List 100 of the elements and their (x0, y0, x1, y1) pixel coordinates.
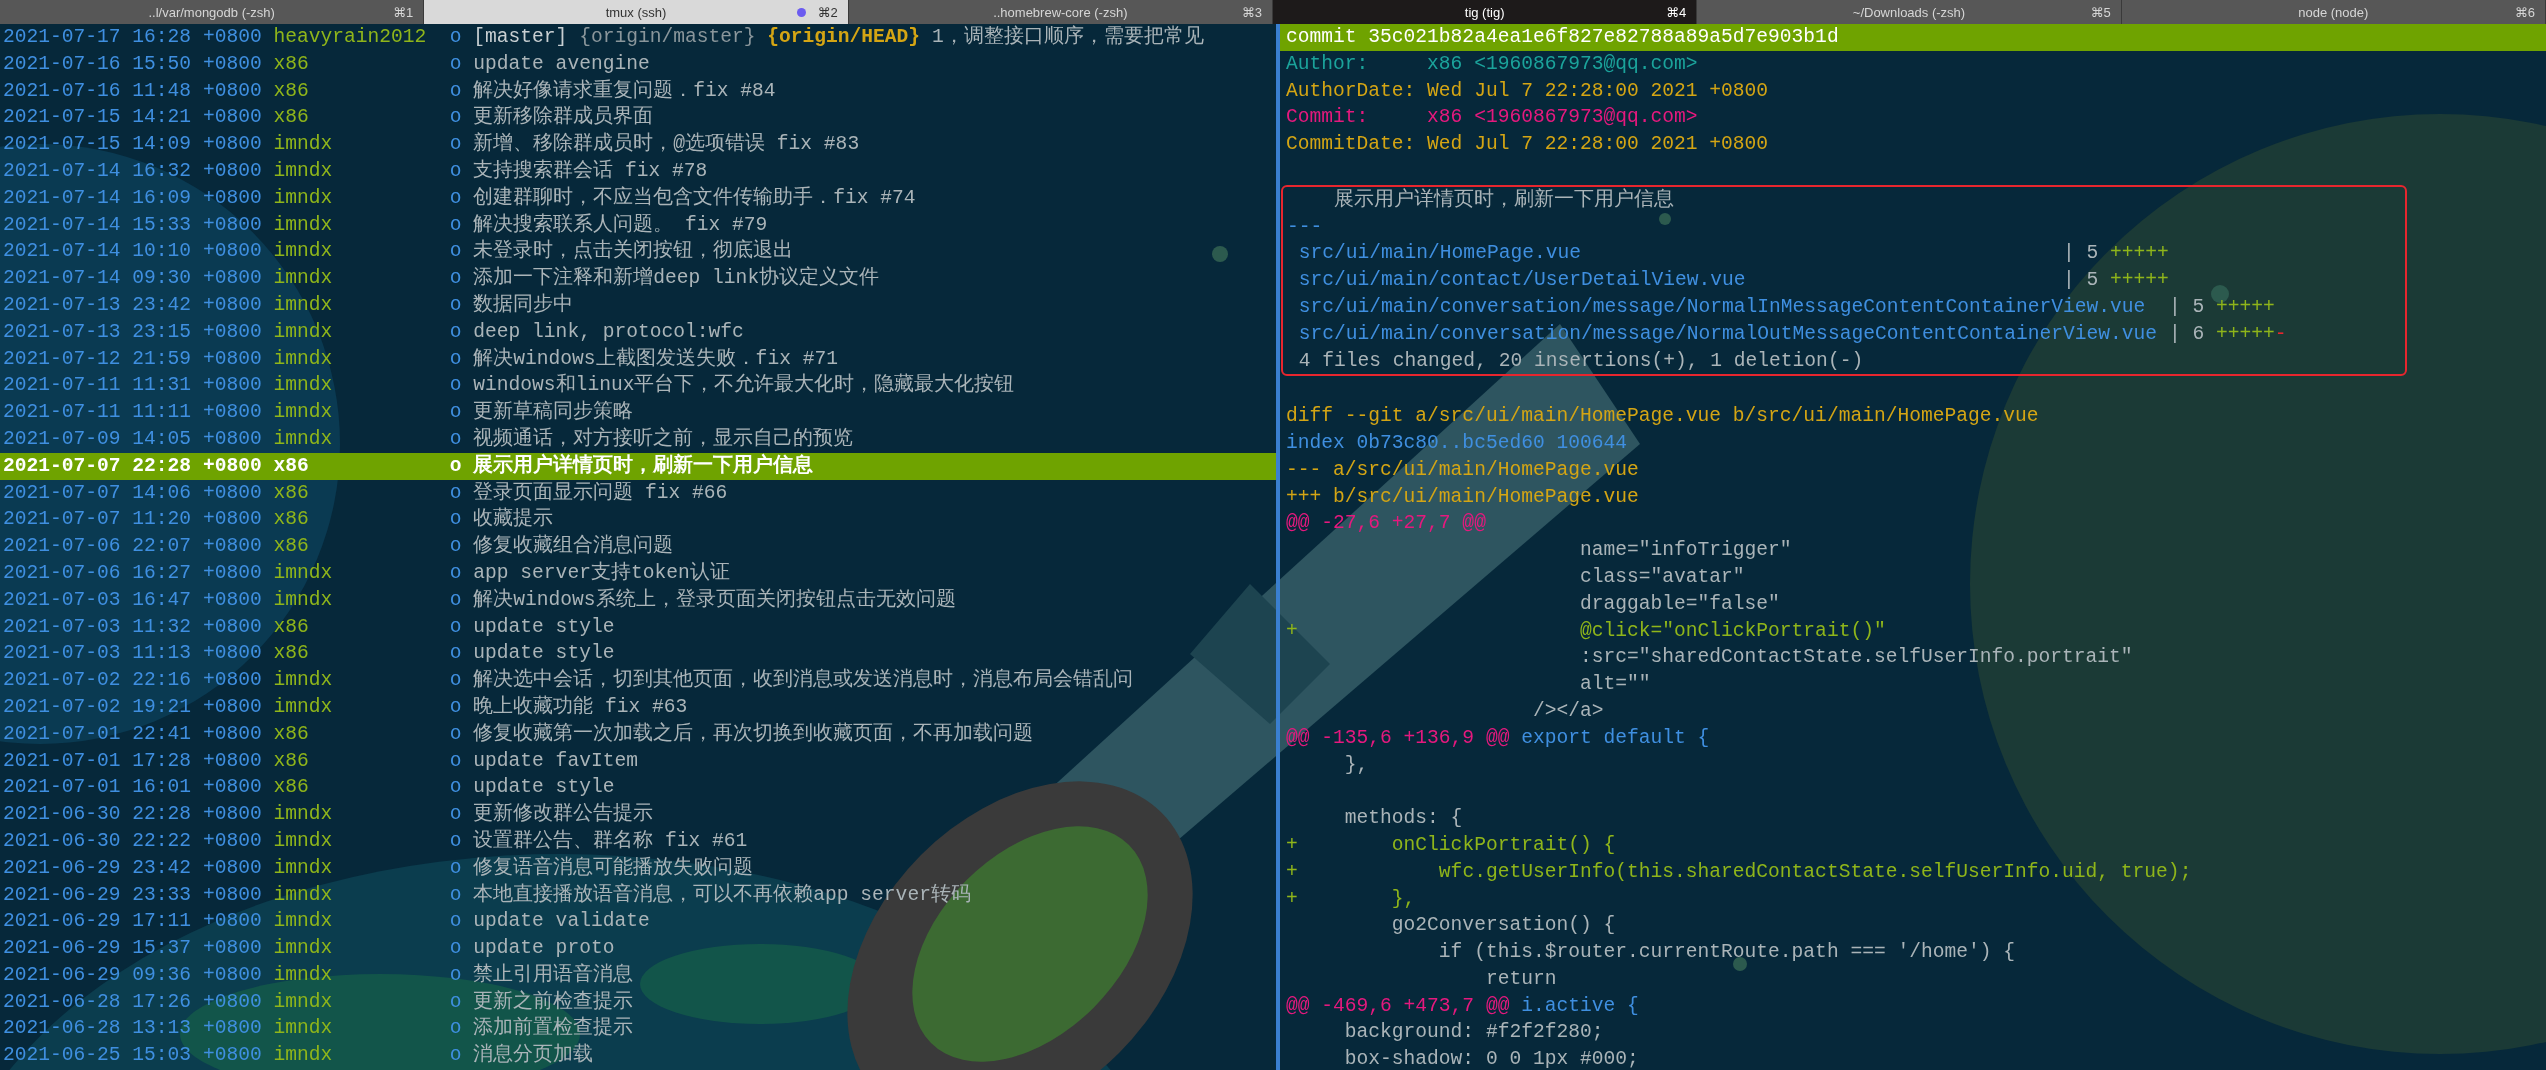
commit-message: 晚上收藏功能 fix #63 (473, 694, 688, 720)
code-text: + (1286, 859, 1298, 885)
graph-label: o (449, 641, 463, 667)
graph-label: o (449, 453, 463, 479)
code-text: go2Conversation() { (1390, 913, 1616, 939)
commit-author: imndx (273, 936, 334, 962)
graph-label: o (449, 560, 463, 586)
commit-message: 更新之前检查提示 (473, 989, 634, 1015)
graph-label: o (449, 534, 463, 560)
commit-message: 1，调整接口顺序，需要把常见 (931, 24, 1204, 50)
commit-author: imndx (273, 319, 334, 345)
commit-author: imndx (273, 909, 334, 935)
commit-date: 2021-07-06 16:27 +0800 (2, 560, 263, 586)
commit-message: update proto (473, 936, 615, 962)
commit-date: 2021-07-13 23:15 +0800 (2, 319, 263, 345)
commit-date: 2021-07-11 11:11 +0800 (2, 400, 263, 426)
commit-message: 视频通话，对方接听之前，显示自己的预览 (473, 426, 854, 452)
commit-date: 2021-06-29 23:33 +0800 (2, 882, 263, 908)
graph-label: o (449, 855, 463, 881)
graph-label: o (449, 239, 463, 265)
graph-label: o (449, 936, 463, 962)
commit-date: 2021-06-30 22:22 +0800 (2, 828, 263, 854)
commit-author: x86 (273, 51, 310, 77)
code-text: index 0b73c80..bc5ed60 100644 (1286, 430, 1627, 456)
commit-author: imndx (273, 373, 334, 399)
commit-date: 2021-07-16 15:50 +0800 (2, 51, 263, 77)
terminal-tab[interactable]: node (node) ⌘6 (2121, 0, 2546, 24)
code-text: +++++ (2214, 321, 2275, 347)
graph-label: o (449, 346, 463, 372)
code-text: methods: { (1343, 806, 1463, 832)
graph-label: o (449, 212, 463, 238)
selected-row[interactable]: 2021-07-07 22:28 +0800 x86 o 展示用户详情页时，刷新一下用户信息 (0, 452, 1276, 480)
commit-author: imndx (273, 882, 334, 908)
code-text: +++ b/src/ui/main/HomePage.vue (1286, 484, 1639, 510)
code-text: 4 files changed, 20 insertions(+), 1 deletion(-) (1297, 348, 1864, 374)
commit-author: x86 (273, 453, 310, 479)
ref-label: {origin/HEAD} (767, 25, 921, 50)
commit-message: 解决搜索联系人问题。 fix #79 (473, 212, 768, 238)
code-text: Commit: x86 <1960867973@qq.com> (1286, 105, 1698, 131)
code-text: draggable="false" (1578, 591, 1780, 617)
graph-label: o (449, 909, 463, 935)
graph-label: o (449, 828, 463, 854)
commit-author: x86 (273, 507, 310, 533)
commit-date: 2021-06-29 23:42 +0800 (2, 855, 263, 881)
commit-date: 2021-07-12 21:59 +0800 (2, 346, 263, 372)
code-text: alt="" (1578, 672, 1651, 698)
graph-label: o (449, 480, 463, 506)
commit-message: 修复收藏组合消息问题 (473, 533, 674, 560)
code-text: class="avatar" (1578, 564, 1745, 590)
commit-date: 2021-07-14 10:10 +0800 (2, 239, 263, 265)
code-text: +++++ (2214, 294, 2275, 320)
terminal-tab[interactable]: tig (tig) ⌘4 (1273, 0, 1698, 24)
graph-label: o (449, 132, 463, 158)
commit-date: 2021-07-09 14:05 +0800 (2, 426, 263, 452)
commit-message: 数据同步中 (473, 292, 574, 318)
commit-date: 2021-06-30 22:28 +0800 (2, 802, 263, 828)
code-text: @click="onClickPortrait()" (1578, 618, 1886, 644)
commit-date: 2021-07-03 11:32 +0800 (2, 614, 263, 640)
code-text: | 5 (2063, 241, 2099, 267)
commit-date: 2021-07-02 19:21 +0800 (2, 694, 263, 720)
commit-date: 2021-07-14 16:09 +0800 (2, 185, 263, 211)
terminal-tab[interactable]: ..l/var/mongodb (-zsh) ⌘1 (0, 0, 425, 24)
code-text: 展示用户详情页时，刷新一下用户信息 (1333, 187, 1675, 213)
commit-author: x86 (273, 614, 310, 640)
code-text: + (1286, 886, 1298, 912)
commit-message: deep link, protocol:wfc (473, 319, 744, 345)
code-text: }, (1343, 752, 1369, 778)
commit-date: 2021-07-06 22:07 +0800 (2, 534, 263, 560)
code-text: box-shadow: 0 0 1px #000; (1343, 1047, 1639, 1070)
graph-label: o (449, 614, 463, 640)
commit-author: heavyrain2012 (273, 25, 428, 50)
code-text: name="infoTrigger" (1578, 538, 1792, 564)
graph-label: o (449, 185, 463, 211)
graph-label: o (449, 51, 463, 77)
commit-message: 添加一下注释和新增deep link协议定义文件 (473, 265, 880, 292)
terminal-tab[interactable]: ..homebrew-core (-zsh) ⌘3 (848, 0, 1273, 24)
commit-message: update favItem (473, 748, 638, 774)
commit-message: update validate (473, 909, 650, 935)
graph-label: o (449, 266, 463, 292)
code-text: + (1286, 832, 1298, 858)
terminal-tab[interactable]: tmux (ssh) ⌘2 (424, 0, 849, 24)
commit-message: 禁止引用语音消息 (473, 962, 634, 988)
graph-label: o (449, 292, 463, 318)
commit-author: imndx (273, 159, 334, 184)
commit-date: 2021-07-03 16:47 +0800 (2, 587, 263, 613)
commit-date: 2021-07-14 15:33 +0800 (2, 212, 263, 238)
commit-message: 本地直接播放语音消息，可以不再依赖app server转码 (473, 882, 971, 908)
graph-label: o (449, 962, 463, 988)
commit-message: 更新草稿同步策略 (473, 399, 634, 426)
code-text: commit 35c021b82a4ea1e6f827e82788a89a5d7e903b1d (1286, 25, 1839, 50)
code-text: @@ -469,6 +473,7 @@ (1286, 993, 1510, 1019)
terminal-tab[interactable]: ~/Downloads (-zsh) ⌘5 (1697, 0, 2122, 24)
graph-label: o (449, 748, 463, 774)
activity-dot-icon (796, 7, 806, 17)
code-text: diff --git a/src/ui/main/HomePage.vue b/src/ui/main/HomePage.vue (1286, 404, 2039, 430)
code-text: @@ -27,6 +27,7 @@ (1286, 511, 1486, 537)
commit-author: imndx (273, 400, 334, 426)
code-text: src/ui/main/conversation/message/NormalInMessageContentContainerView.vue (1297, 294, 2147, 320)
graph-label: o (449, 25, 463, 50)
commit-date: 2021-07-11 11:31 +0800 (2, 373, 263, 399)
